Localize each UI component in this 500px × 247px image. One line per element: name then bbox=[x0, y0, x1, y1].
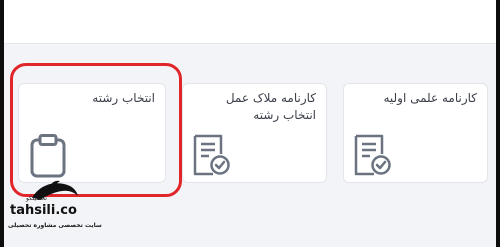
card-criteria-report[interactable]: کارنامه ملاک عمل انتخاب رشته bbox=[182, 83, 327, 183]
watermark-tagline: سایت تخصصی مشاوره تحصیلی bbox=[8, 222, 102, 229]
top-bar bbox=[4, 0, 496, 44]
frame-right bbox=[496, 0, 500, 247]
report-check-icon bbox=[354, 134, 391, 176]
report-check-icon bbox=[193, 134, 230, 176]
card-initial-report[interactable]: کارنامه علمی اولیه bbox=[343, 83, 488, 183]
watermark-name: tahsili.co bbox=[10, 203, 77, 218]
card-initial-report-label: کارنامه علمی اولیه bbox=[383, 91, 477, 105]
highlight-annotation bbox=[10, 63, 182, 197]
card-criteria-report-label: کارنامه ملاک عمل انتخاب رشته bbox=[225, 91, 316, 122]
watermark-logo: تحصیلکو tahsili.co سایت تخصصی مشاوره تحص… bbox=[8, 178, 102, 244]
watermark-brand: تحصیلکو bbox=[26, 195, 47, 202]
